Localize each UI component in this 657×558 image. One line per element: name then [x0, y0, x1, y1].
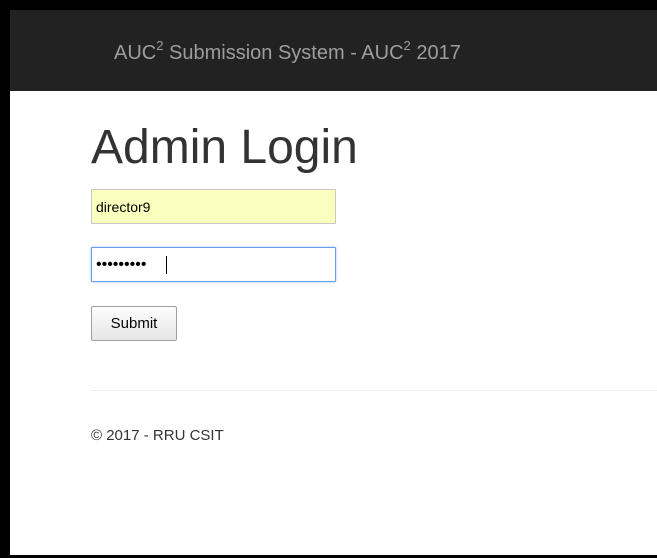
footer-copyright: © 2017 - RRU CSIT: [91, 427, 224, 444]
username-input[interactable]: [91, 189, 336, 224]
navbar-brand-link[interactable]: AUC2 Submission System - AUC2 2017: [114, 38, 461, 65]
brand-text-prefix: AUC: [114, 42, 157, 64]
text-cursor: [166, 256, 167, 274]
page-title: Admin Login: [91, 121, 358, 174]
footer-divider: [91, 390, 657, 391]
navbar: AUC2 Submission System - AUC2 2017: [10, 10, 657, 91]
submit-button[interactable]: Submit: [91, 306, 177, 341]
password-input[interactable]: [91, 247, 336, 282]
brand-text-suffix: 2017: [410, 42, 461, 64]
browser-viewport: AUC2 Submission System - AUC2 2017 Admin…: [10, 10, 657, 555]
brand-text-middle: Submission System - AUC: [163, 42, 404, 64]
brand-superscript-2: 2: [403, 38, 411, 53]
